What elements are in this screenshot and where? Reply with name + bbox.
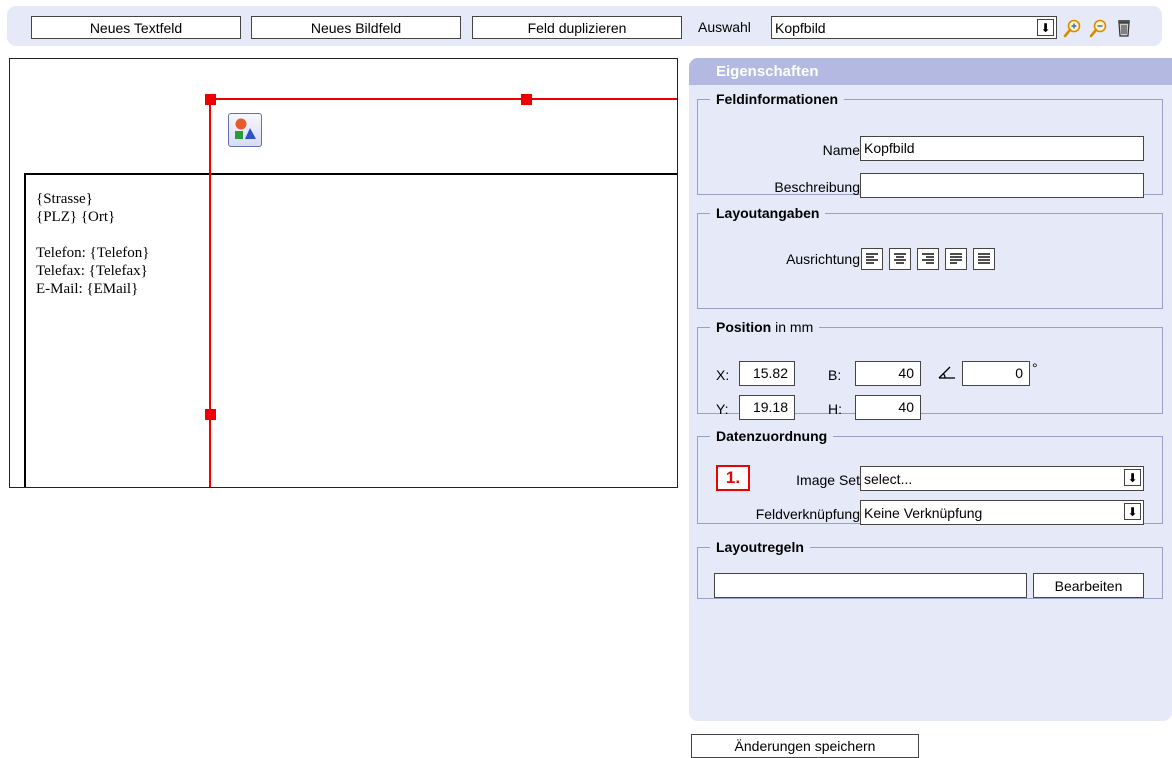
new-textfield-button[interactable]: Neues Textfeld: [31, 16, 241, 39]
layout-legend: Layoutangaben: [716, 205, 820, 221]
layout-rule-input[interactable]: [714, 573, 1027, 598]
dropdown-arrow-icon[interactable]: ⬇: [1037, 19, 1054, 36]
align-right-icon: [922, 253, 934, 264]
angle-input[interactable]: 0: [962, 361, 1030, 386]
h-label: H:: [828, 401, 842, 417]
panel-title: Eigenschaften: [689, 58, 1172, 85]
field-link-label: Feldverknüpfung: [755, 506, 860, 522]
layout-canvas[interactable]: {Strasse} {PLZ} {Ort} Telefon: {Telefon}…: [9, 58, 678, 488]
align-justify-left-button[interactable]: [945, 248, 967, 270]
address-line: Telefax: {Telefax}: [36, 263, 148, 279]
align-center-icon: [894, 253, 906, 264]
y-input[interactable]: 19.18: [739, 395, 795, 420]
align-justify-icon: [978, 253, 990, 264]
description-label: Beschreibung: [774, 179, 860, 195]
x-label: X:: [716, 367, 730, 383]
address-line: Telefon: {Telefon}: [36, 245, 150, 261]
zoom-in-icon[interactable]: [1062, 17, 1084, 39]
align-right-button[interactable]: [917, 248, 939, 270]
address-line: {Strasse}: [36, 191, 93, 207]
field-link-dropdown[interactable]: Keine Verknüpfung ⬇: [860, 500, 1144, 525]
edit-button[interactable]: Bearbeiten: [1033, 573, 1144, 598]
width-input[interactable]: 40: [855, 361, 921, 386]
position-legend-title: Position: [716, 319, 772, 335]
save-changes-button[interactable]: Änderungen speichern: [691, 734, 919, 758]
field-info-group: Feldinformationen Name Kopfbild Beschrei…: [697, 91, 1163, 198]
layout-rules-legend: Layoutregeln: [716, 539, 804, 555]
name-label: Name: [822, 142, 860, 158]
address-line: {PLZ} {Ort}: [36, 209, 116, 225]
address-line: E-Mail: {EMail}: [36, 281, 139, 297]
selection-value: Kopfbild: [775, 19, 826, 36]
angle-icon: [938, 364, 956, 383]
selection-dropdown[interactable]: Kopfbild ⬇: [771, 16, 1057, 39]
new-imagefield-button[interactable]: Neues Bildfeld: [251, 16, 461, 39]
dropdown-arrow-icon[interactable]: ⬇: [1124, 469, 1141, 486]
resize-handle-left[interactable]: [205, 409, 216, 420]
image-set-dropdown[interactable]: select... ⬇: [860, 466, 1144, 491]
position-group: Position in mm X: 15.82 B: 40 0 ° Y: 19.…: [697, 319, 1163, 420]
position-legend: Position in mm: [710, 319, 819, 335]
address-line: [36, 226, 150, 244]
trash-icon[interactable]: [1113, 17, 1135, 39]
layout-group: Layoutangaben Ausrichtung: [697, 205, 1163, 309]
image-set-value: select...: [864, 470, 913, 487]
position-unit: in mm: [771, 319, 814, 335]
description-input[interactable]: [860, 173, 1144, 198]
align-left-button[interactable]: [861, 248, 883, 270]
data-mapping-group: Datenzuordnung 1. Image Set select... ⬇ …: [697, 428, 1163, 525]
data-mapping-legend: Datenzuordnung: [716, 428, 828, 444]
selection-label: Auswahl: [698, 19, 751, 35]
b-label: B:: [828, 367, 842, 383]
properties-panel: Eigenschaften Feldinformationen Name Kop…: [689, 58, 1172, 721]
align-justify-left-icon: [950, 253, 962, 264]
layout-rules-group: Layoutregeln Bearbeiten: [697, 539, 1163, 599]
toolbar: Neues Textfeld Neues Bildfeld Feld dupli…: [7, 6, 1162, 46]
address-text-field[interactable]: {Strasse} {PLZ} {Ort} Telefon: {Telefon}…: [36, 190, 150, 298]
field-link-value: Keine Verknüpfung: [864, 504, 983, 521]
resize-handle-top[interactable]: [521, 94, 532, 105]
alignment-label: Ausrichtung: [786, 251, 860, 267]
dropdown-arrow-icon[interactable]: ⬇: [1124, 503, 1141, 520]
duplicate-field-button[interactable]: Feld duplizieren: [472, 16, 682, 39]
selection-frame-left: [209, 98, 211, 487]
x-input[interactable]: 15.82: [739, 361, 795, 386]
align-center-button[interactable]: [889, 248, 911, 270]
name-input[interactable]: Kopfbild: [860, 136, 1144, 161]
selection-frame-top: [210, 98, 677, 100]
alignment-buttons: [861, 248, 1041, 272]
align-justify-button[interactable]: [973, 248, 995, 270]
degree-symbol: °: [1032, 360, 1038, 376]
y-label: Y:: [716, 401, 729, 417]
align-left-icon: [866, 253, 878, 264]
field-info-legend: Feldinformationen: [716, 91, 839, 107]
resize-handle-top-left[interactable]: [205, 94, 216, 105]
zoom-out-icon[interactable]: [1088, 17, 1110, 39]
image-set-label: Image Set: [796, 472, 860, 488]
height-input[interactable]: 40: [855, 395, 921, 420]
image-field-icon[interactable]: [228, 113, 262, 147]
